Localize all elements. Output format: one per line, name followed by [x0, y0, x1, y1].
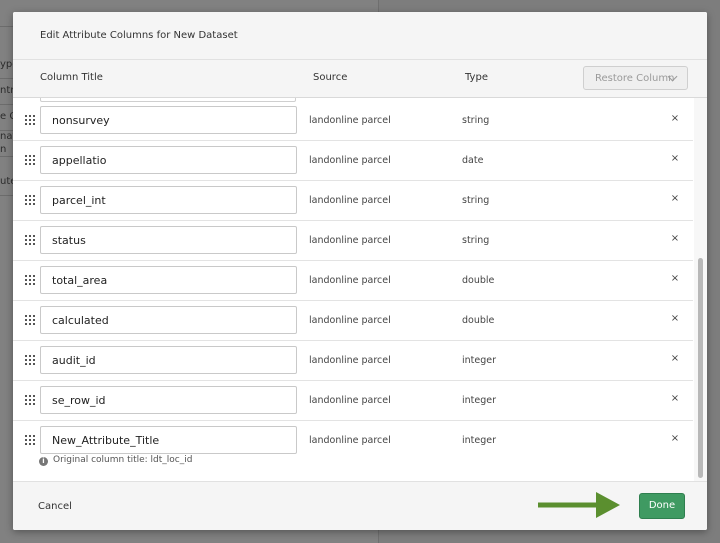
edit-attribute-columns-dialog: Edit Attribute Columns for New Dataset C…	[13, 12, 707, 530]
arrow-right-icon	[538, 492, 620, 518]
column-title-header: Column Title	[40, 72, 103, 83]
restore-column-label: Restore Column	[595, 73, 675, 84]
type-cell: string	[462, 195, 490, 206]
source-cell: landonline parcel	[309, 235, 391, 246]
type-cell: integer	[462, 435, 497, 446]
column-title-input[interactable]	[40, 426, 297, 454]
column-title-input[interactable]	[40, 146, 297, 174]
type-cell: string	[462, 115, 490, 126]
source-cell: landonline parcel	[309, 315, 391, 326]
list-scrollbar[interactable]	[694, 98, 707, 481]
original-title-note: i Original column title: ldt_loc_id	[39, 455, 192, 466]
source-cell: landonline parcel	[309, 275, 391, 286]
remove-icon[interactable]: ×	[669, 232, 681, 246]
dialog-header: Edit Attribute Columns for New Dataset	[13, 12, 707, 60]
drag-handle-icon[interactable]	[25, 395, 35, 405]
dialog-footer: Cancel Done	[13, 481, 707, 530]
source-header: Source	[313, 72, 348, 83]
type-cell: double	[462, 275, 495, 286]
done-button[interactable]: Done	[639, 493, 685, 519]
background-row: ntry	[0, 78, 14, 105]
attribute-row: landonline parcel string ×	[13, 180, 693, 221]
dialog-title: Edit Attribute Columns for New Dataset	[40, 30, 238, 41]
attribute-row: landonline parcel double ×	[13, 300, 693, 341]
drag-handle-icon[interactable]	[25, 315, 35, 325]
column-header-bar: Column Title Source Type Restore Column	[13, 60, 707, 98]
type-cell: date	[462, 155, 484, 166]
attribute-row: landonline parcel integer ×	[13, 380, 693, 421]
source-cell: landonline parcel	[309, 115, 391, 126]
attribute-row: landonline parcel string ×	[13, 100, 693, 141]
type-cell: double	[462, 315, 495, 326]
column-title-input[interactable]	[40, 226, 297, 254]
attribute-row: landonline parcel date ×	[13, 140, 693, 181]
column-title-input[interactable]	[40, 186, 297, 214]
remove-icon[interactable]: ×	[669, 152, 681, 166]
background-row: ype	[0, 52, 14, 79]
column-title-input[interactable]	[40, 386, 297, 414]
source-cell: landonline parcel	[309, 435, 391, 446]
cancel-button[interactable]: Cancel	[38, 501, 72, 512]
drag-handle-icon[interactable]	[25, 195, 35, 205]
attribute-column-list[interactable]: landonline parcelstring×landonline parce…	[13, 98, 707, 481]
column-title-input[interactable]	[40, 266, 297, 294]
attribute-row: landonline parcel double ×	[13, 260, 693, 301]
remove-icon[interactable]: ×	[669, 392, 681, 406]
remove-icon[interactable]: ×	[669, 272, 681, 286]
type-cell: integer	[462, 395, 497, 406]
column-title-input[interactable]	[40, 306, 297, 334]
source-cell: landonline parcel	[309, 355, 391, 366]
drag-handle-icon[interactable]	[25, 275, 35, 285]
remove-icon[interactable]: ×	[669, 352, 681, 366]
background-row: n	[0, 143, 14, 157]
drag-handle-icon[interactable]	[25, 235, 35, 245]
original-title-text: Original column title: ldt_loc_id	[53, 455, 193, 465]
info-icon: i	[39, 457, 48, 466]
type-cell: integer	[462, 355, 497, 366]
column-title-input[interactable]	[40, 106, 297, 134]
attribute-row: landonline parcel string ×	[13, 220, 693, 261]
drag-handle-icon[interactable]	[25, 435, 35, 445]
remove-icon[interactable]: ×	[669, 312, 681, 326]
drag-handle-icon[interactable]	[25, 355, 35, 365]
background-row: e C	[0, 104, 14, 131]
attribute-row: landonline parcel integer ×	[13, 340, 693, 381]
column-title-input[interactable]	[40, 346, 297, 374]
background-row: ute	[0, 169, 14, 196]
restore-column-dropdown[interactable]: Restore Column	[583, 66, 688, 90]
scrollbar-thumb[interactable]	[698, 258, 703, 478]
source-cell: landonline parcel	[309, 195, 391, 206]
drag-handle-icon[interactable]	[25, 155, 35, 165]
remove-icon[interactable]: ×	[669, 192, 681, 206]
background-row: nat	[0, 131, 14, 142]
type-cell: string	[462, 235, 490, 246]
drag-handle-icon[interactable]	[25, 115, 35, 125]
source-cell: landonline parcel	[309, 395, 391, 406]
source-cell: landonline parcel	[309, 155, 391, 166]
type-header: Type	[465, 72, 488, 83]
attribute-row: landonline parcel integer × i Original colum…	[13, 420, 693, 470]
remove-icon[interactable]: ×	[669, 432, 681, 446]
remove-icon[interactable]: ×	[669, 112, 681, 126]
